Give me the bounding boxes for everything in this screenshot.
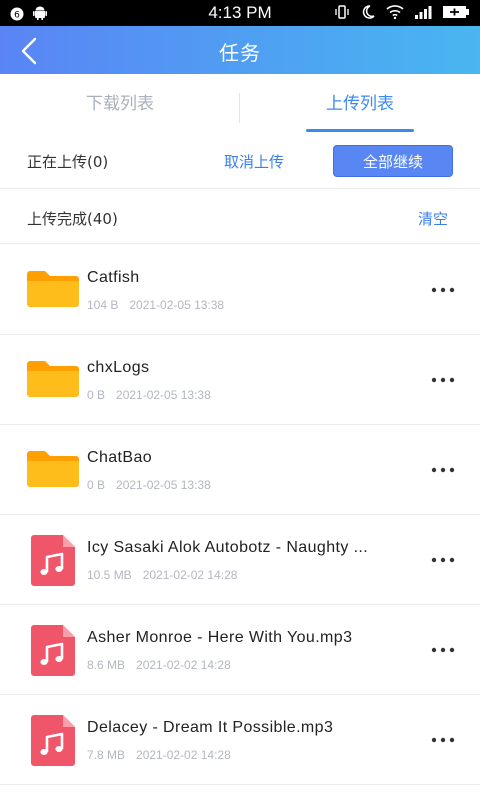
music-file-icon [31, 625, 75, 676]
list-item[interactable]: chxLogs 0 B 2021-02-05 13:38 [0, 335, 480, 425]
file-size: 0 B [87, 478, 106, 492]
list-item[interactable]: ChatBao 0 B 2021-02-05 13:38 [0, 425, 480, 515]
folder-icon [27, 271, 79, 307]
cancel-upload-button[interactable]: 取消上传 [224, 151, 284, 172]
music-file-icon [31, 715, 75, 766]
completed-section: 上传完成(40) 清空 [0, 189, 480, 244]
continue-all-button[interactable]: 全部继续 [333, 145, 453, 177]
file-meta: 7.8 MB 2021-02-02 14:28 [87, 748, 231, 762]
more-dots-icon [431, 647, 455, 653]
file-size: 7.8 MB [87, 748, 126, 762]
status-bar: 6 4:13 PM [0, 0, 480, 26]
list-item[interactable]: Asher Monroe - Here With You.mp3 8.6 MB 2… [0, 605, 480, 695]
file-date: 2021-02-02 14:28 [136, 658, 231, 672]
file-name: Asher Monroe - Here With You.mp3 [87, 629, 353, 646]
tab-upload-list[interactable]: 上传列表 [240, 74, 480, 132]
file-name: Icy Sasaki Alok Autobotz - Naughty ... [87, 539, 369, 556]
more-button[interactable] [428, 279, 458, 301]
file-name: Catfish [87, 269, 140, 286]
file-meta: 8.6 MB 2021-02-02 14:28 [87, 658, 231, 672]
file-meta: 0 B 2021-02-05 13:38 [87, 478, 211, 492]
list-item[interactable]: Delacey - Dream It Possible.mp3 7.8 MB 20… [0, 695, 480, 785]
file-date: 2021-02-02 14:28 [136, 748, 231, 762]
file-date: 2021-02-05 13:38 [129, 298, 225, 312]
title-bar: 任务 [0, 26, 480, 74]
uploading-section: 正在上传(0) 取消上传 全部继续 [0, 132, 480, 189]
more-button[interactable] [428, 549, 458, 571]
file-date: 2021-02-02 14:28 [142, 568, 238, 582]
moon-icon [360, 4, 376, 24]
file-meta: 10.5 MB 2021-02-02 14:28 [87, 568, 237, 582]
file-name: ChatBao [87, 449, 153, 466]
file-size: 0 B [87, 388, 106, 402]
more-dots-icon [431, 737, 455, 743]
wifi-icon [386, 4, 404, 24]
signal-icon [414, 4, 432, 24]
completed-count-label: 上传完成(40) [27, 210, 118, 228]
more-button[interactable] [428, 459, 458, 481]
more-button[interactable] [428, 639, 458, 661]
file-date: 2021-02-05 13:38 [116, 478, 211, 492]
clear-button[interactable]: 清空 [418, 208, 448, 229]
list-item[interactable]: Catfish 104 B 2021-02-05 13:38 [0, 245, 480, 335]
folder-icon [27, 451, 79, 487]
file-name: chxLogs [87, 359, 150, 376]
uploading-count-label: 正在上传(0) [27, 153, 109, 171]
more-button[interactable] [428, 729, 458, 751]
file-size: 104 B [87, 298, 119, 312]
tab-bar: 下载列表 上传列表 [0, 74, 480, 133]
more-dots-icon [431, 467, 455, 473]
more-dots-icon [431, 287, 455, 293]
file-meta: 104 B 2021-02-05 13:38 [87, 298, 224, 312]
more-button[interactable] [428, 369, 458, 391]
file-size: 8.6 MB [87, 658, 126, 672]
file-date: 2021-02-05 13:38 [116, 388, 211, 402]
page-title: 任务 [219, 41, 261, 65]
list-item[interactable]: Icy Sasaki Alok Autobotz - Naughty ... 1… [0, 515, 480, 605]
file-name: Delacey - Dream It Possible.mp3 [87, 719, 334, 736]
more-dots-icon [431, 377, 455, 383]
folder-icon [27, 361, 79, 397]
battery-icon [442, 4, 470, 24]
file-meta: 0 B 2021-02-05 13:38 [87, 388, 211, 402]
file-list: Catfish 104 B 2021-02-05 13:38 chxLogs 0 … [0, 245, 480, 785]
vibrate-icon [334, 4, 350, 24]
more-dots-icon [431, 557, 455, 563]
music-file-icon [31, 535, 75, 586]
tab-download-list[interactable]: 下载列表 [0, 74, 240, 132]
file-size: 10.5 MB [87, 568, 132, 582]
